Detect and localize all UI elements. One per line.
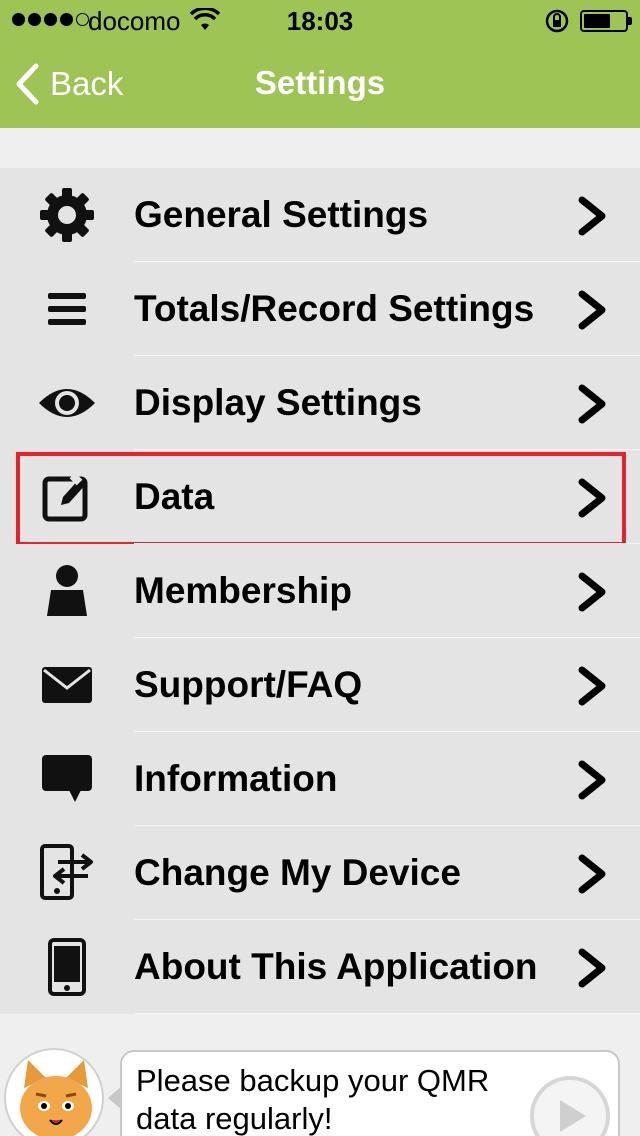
settings-item-data[interactable]: Data — [0, 450, 640, 546]
backup-reminder-text: Please backup your QMR data regularly! — [136, 1063, 490, 1136]
list-top-spacer — [0, 128, 640, 168]
chevron-right-icon — [578, 384, 606, 424]
chevron-right-icon — [578, 760, 606, 800]
phone-icon — [36, 938, 98, 996]
page-title: Settings — [254, 64, 386, 101]
chevron-right-icon — [578, 572, 606, 612]
settings-item-label: Totals/Record Settings — [134, 288, 535, 329]
envelope-icon — [36, 656, 98, 714]
chevron-right-icon — [578, 196, 606, 236]
menu-lines-icon — [36, 280, 98, 338]
settings-item-membership[interactable]: Membership — [0, 544, 640, 638]
chevron-right-icon — [578, 290, 606, 330]
device-transfer-icon — [36, 844, 98, 902]
selection-highlight — [16, 452, 626, 546]
gear-icon — [36, 186, 98, 244]
settings-item-totals-record[interactable]: Totals/Record Settings — [0, 262, 640, 356]
settings-item-label: Information — [134, 758, 338, 799]
rotation-lock-icon — [544, 8, 570, 41]
play-icon — [560, 1100, 586, 1132]
settings-item-label: Change My Device — [134, 852, 461, 893]
settings-item-label: Support/FAQ — [134, 664, 363, 705]
cat-mascot-icon — [4, 1048, 104, 1136]
settings-item-label: Data — [134, 476, 215, 517]
settings-item-label: Display Settings — [134, 382, 422, 423]
chevron-right-icon — [578, 666, 606, 706]
settings-item-label: General Settings — [134, 194, 429, 235]
settings-item-change-device[interactable]: Change My Device — [0, 826, 640, 920]
settings-list: General Settings Totals/Record Settings … — [0, 168, 640, 1014]
edit-icon — [36, 468, 98, 526]
eye-icon — [36, 374, 98, 432]
chevron-right-icon — [578, 948, 606, 988]
navigation-bar: Back Settings — [0, 40, 640, 128]
person-icon — [36, 562, 98, 620]
settings-item-support-faq[interactable]: Support/FAQ — [0, 638, 640, 732]
play-button[interactable] — [530, 1076, 610, 1136]
chevron-right-icon — [578, 478, 606, 518]
backup-reminder-banner: Please backup your QMR data regularly! — [0, 1014, 640, 1136]
top-bar: docomo 18:03 Back Settings — [0, 0, 640, 128]
settings-item-general[interactable]: General Settings — [0, 168, 640, 262]
speech-bubble-icon — [36, 750, 98, 808]
settings-item-label: About This Application — [134, 946, 538, 987]
settings-item-information[interactable]: Information — [0, 732, 640, 826]
battery-icon — [580, 10, 632, 32]
status-bar: docomo 18:03 — [0, 0, 640, 40]
settings-item-display[interactable]: Display Settings — [0, 356, 640, 450]
settings-item-about[interactable]: About This Application — [0, 920, 640, 1014]
settings-item-label: Membership — [134, 570, 352, 611]
chevron-right-icon — [578, 854, 606, 894]
